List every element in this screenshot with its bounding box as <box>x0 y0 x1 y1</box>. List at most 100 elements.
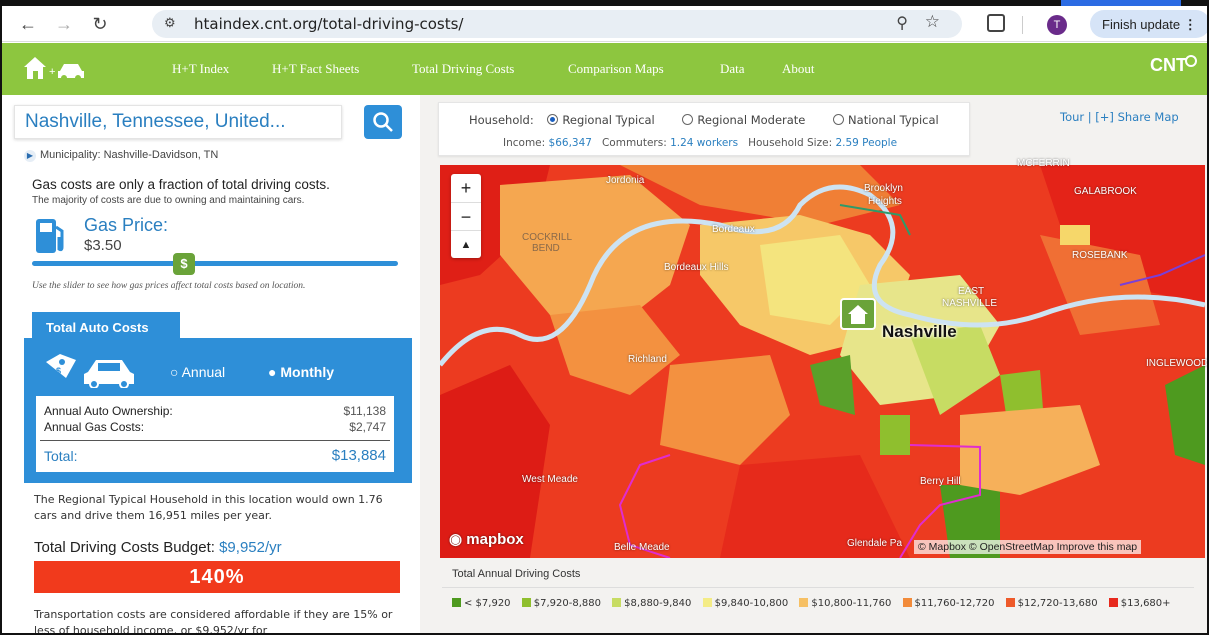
household-description: The Regional Typical Household in this l… <box>34 493 383 522</box>
legend-item: $9,840-10,800 <box>702 596 788 612</box>
back-icon[interactable]: ← <box>16 12 40 36</box>
legend-swatch <box>902 598 912 607</box>
bookmark-star-icon[interactable]: ☆ <box>925 12 940 32</box>
finish-update-button[interactable]: Finish update ⋮ <box>1090 10 1207 38</box>
budget-percent-bar: 140% <box>34 561 400 593</box>
commuters-label: Commuters: <box>601 137 667 149</box>
reload-icon[interactable]: ↻ <box>88 12 112 36</box>
legend: < $7,920 $7,920-8,880 $8,880-9,840 $9,84… <box>452 596 1192 612</box>
map-label-belle-meade: Belle Meade <box>614 542 670 553</box>
nav-ht-index[interactable]: H+T Index <box>172 61 229 77</box>
municipality-text: Municipality: Nashville-Davidson, TN <box>40 149 219 161</box>
annual-radio[interactable]: ○ Annual <box>170 364 225 380</box>
option-regional-moderate[interactable]: Regional Moderate <box>697 113 805 127</box>
table-divider <box>40 440 390 441</box>
auto-costs-table: Annual Auto Ownership: $11,138 Annual Ga… <box>36 396 394 472</box>
total-value: $13,884 <box>331 447 386 464</box>
tour-share-links[interactable]: Tour | [+] Share Map <box>1060 110 1179 124</box>
nav-about[interactable]: About <box>782 61 815 77</box>
legend-swatch <box>1005 598 1015 607</box>
nav-total-driving-costs[interactable]: Total Driving Costs <box>412 61 514 77</box>
map-attribution[interactable]: © Mapbox © OpenStreetMap Improve this ma… <box>914 540 1142 554</box>
tab-total-auto-costs[interactable]: Total Auto Costs <box>30 310 182 340</box>
map-label-heights: Heights <box>868 196 902 207</box>
map-label-glendale: Glendale Pa <box>847 538 903 549</box>
gas-intro-text: Gas costs are only a fraction of total d… <box>32 177 330 192</box>
nav-ht-fact-sheets[interactable]: H+T Fact Sheets <box>272 61 359 77</box>
mapbox-logo-text: mapbox <box>466 531 524 548</box>
toolbar-divider <box>1022 16 1023 34</box>
site-settings-icon[interactable]: ⚙ <box>164 15 176 31</box>
commuters-value[interactable]: 1.24 workers <box>670 137 738 149</box>
auto-ownership-label: Annual Auto Ownership: <box>44 404 173 418</box>
gas-pump-icon <box>36 219 64 253</box>
zoom-icon[interactable]: ⚲ <box>896 13 908 33</box>
gas-price-slider-track[interactable] <box>32 261 398 266</box>
zoom-out-button[interactable]: − <box>451 202 481 230</box>
annual-label: Annual <box>181 364 226 380</box>
option-regional-typical[interactable]: Regional Typical <box>562 113 654 127</box>
house-icon <box>848 305 868 324</box>
option-national-typical[interactable]: National Typical <box>848 113 939 127</box>
profile-avatar[interactable]: T <box>1047 15 1067 35</box>
budget-heading: Total Driving Costs Budget: $9,952/yr <box>34 539 282 556</box>
map-label-east-nashville: NASHVILLE <box>942 298 998 309</box>
home-plus-car-logo[interactable]: + <box>22 53 86 83</box>
monthly-radio[interactable]: ● Monthly <box>268 364 334 380</box>
map-label-nashville: Nashville <box>882 322 957 341</box>
municipality-toggle[interactable]: ▶ Municipality: Nashville-Davidson, TN <box>24 149 218 162</box>
legend-swatch <box>521 598 531 607</box>
map-label-inglewood: INGLEWOOD <box>1146 358 1209 369</box>
svg-text:$: $ <box>56 366 61 376</box>
auto-costs-panel: $ ○ Annual ● Monthly Annual Auto Ownersh… <box>24 338 412 483</box>
map-label-richland: Richland <box>628 354 667 365</box>
address-bar[interactable]: ⚙ htaindex.cnt.org/total-driving-costs/ … <box>152 10 962 38</box>
forward-icon[interactable]: → <box>52 12 76 36</box>
extensions-icon[interactable] <box>987 14 1005 32</box>
legend-swatch <box>1108 598 1118 607</box>
radio-regional-moderate[interactable] <box>682 114 694 125</box>
gas-price-title: Gas Price: <box>84 215 169 235</box>
map-label-cockrill: COCKRILL <box>522 232 573 243</box>
mapbox-logo[interactable]: ◉ mapbox <box>449 530 524 548</box>
cnt-logo[interactable]: CNT <box>1150 55 1197 76</box>
household-options: Household: Regional Typical Regional Mod… <box>469 113 939 127</box>
gas-costs-label: Annual Gas Costs: <box>44 420 145 434</box>
location-search-input[interactable]: Nashville, Tennessee, United... <box>14 105 342 139</box>
legend-item: $12,720-13,680 <box>1005 596 1098 612</box>
more-menu-icon[interactable]: ⋮ <box>1184 17 1197 32</box>
legend-swatch <box>702 598 712 607</box>
map-label-bordeaux-hills: Bordeaux Hills <box>664 262 729 273</box>
household-size-value[interactable]: 2.59 People <box>835 137 897 149</box>
legend-label: $10,800-11,760 <box>811 598 892 609</box>
radio-national-typical[interactable] <box>833 114 845 125</box>
legend-item: $7,920-8,880 <box>521 596 601 612</box>
legend-label: $8,880-9,840 <box>624 598 692 609</box>
gas-price-value: $3.50 <box>84 237 122 254</box>
gas-price-slider-handle[interactable]: $ <box>173 253 195 275</box>
legend-title: Total Annual Driving Costs <box>452 568 581 580</box>
map-label-berry-hill: Berry Hill <box>920 476 961 487</box>
household-size-label: Household Size: <box>748 137 833 149</box>
radio-regional-typical[interactable] <box>547 114 559 125</box>
income-label: Income: <box>503 137 546 149</box>
map-label-bordeaux: Bordeaux <box>712 224 755 235</box>
nav-comparison-maps[interactable]: Comparison Maps <box>568 61 664 77</box>
total-label: Total: <box>44 448 78 464</box>
legend-item: $10,800-11,760 <box>799 596 891 612</box>
nav-data[interactable]: Data <box>720 61 745 77</box>
site-nav: + H+T Index H+T Fact Sheets Total Drivin… <box>2 43 1207 95</box>
map-label-jordonia: Jordonia <box>606 175 645 186</box>
url-text[interactable]: htaindex.cnt.org/total-driving-costs/ <box>194 15 464 33</box>
gas-costs-value: $2,747 <box>349 420 386 434</box>
gas-intro-subtext: The majority of costs are due to owning … <box>32 195 305 206</box>
compass-button[interactable]: ▲ <box>451 230 481 258</box>
income-value[interactable]: $66,347 <box>549 137 592 149</box>
budget-value: $9,952/yr <box>219 539 282 556</box>
home-marker-icon[interactable] <box>840 298 876 330</box>
zoom-in-button[interactable]: + <box>451 174 481 202</box>
legend-divider <box>442 587 1194 588</box>
driving-costs-map[interactable] <box>440 165 1205 558</box>
search-button[interactable] <box>364 105 402 139</box>
expand-triangle-icon: ▶ <box>24 150 36 162</box>
